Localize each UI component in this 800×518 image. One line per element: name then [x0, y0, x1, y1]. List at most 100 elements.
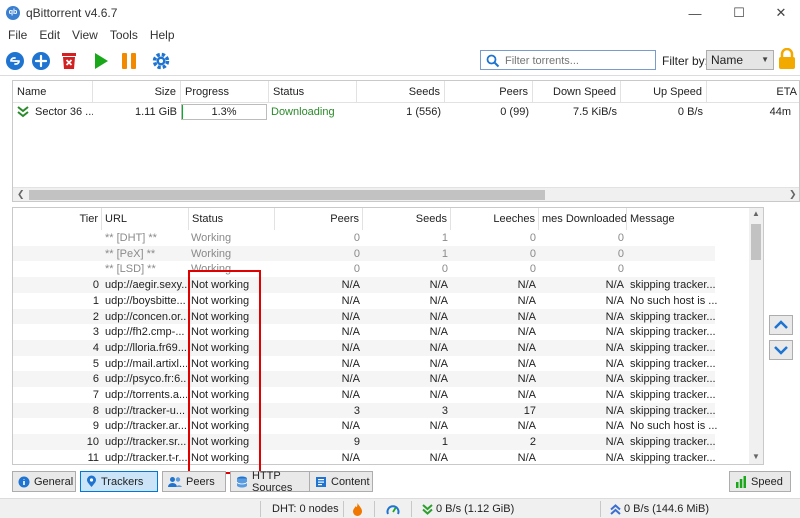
tracker-row[interactable]: 4 udp://lloria.fr69... Not working N/A N/A N/… [13, 339, 716, 356]
column-tier[interactable]: Tier [13, 208, 102, 230]
column-tracker-status[interactable]: Status [189, 208, 275, 230]
column-seeds[interactable]: Seeds [357, 81, 445, 103]
torrent-name: Sector 36 ... [35, 106, 93, 118]
menu-file[interactable]: File [6, 26, 33, 44]
move-tracker-down-button[interactable] [769, 340, 793, 360]
column-size[interactable]: Size [93, 81, 181, 103]
column-tracker-seeds[interactable]: Seeds [363, 208, 451, 230]
tracker-peers: 0 [353, 247, 360, 260]
tracker-tier: 5 [92, 357, 99, 370]
add-torrent-link-button[interactable] [4, 50, 26, 72]
add-torrent-file-button[interactable] [30, 50, 52, 72]
tracker-leeches: N/A [517, 357, 536, 370]
tracker-row[interactable]: ** [LSD] ** Working 0 0 0 0 [13, 261, 715, 277]
tracker-message [630, 230, 718, 246]
tracker-peers: N/A [341, 310, 360, 323]
tracker-seeds: N/A [429, 373, 448, 386]
filter-torrents-input[interactable] [505, 53, 653, 68]
tracker-seeds: N/A [429, 451, 448, 464]
torrent-list-header: Name Size Progress Status Seeds Peers Do… [13, 81, 799, 103]
tab-peers[interactable]: Peers [162, 471, 226, 492]
resume-button[interactable] [90, 50, 112, 72]
column-peers[interactable]: Peers [445, 81, 533, 103]
tracker-row[interactable]: 2 udp://concen.or... Not working N/A N/A N/A N… [13, 308, 716, 325]
tracker-seeds: 1 [441, 436, 448, 449]
column-progress[interactable]: Progress [181, 81, 269, 103]
torrent-list-hscrollbar[interactable]: ❮ ❯ [13, 187, 799, 201]
speed-button[interactable]: Speed [729, 471, 791, 492]
lock-icon[interactable] [778, 47, 796, 73]
column-leeches[interactable]: Leeches [451, 208, 539, 230]
tracker-message: No such host is ... [630, 294, 718, 307]
tracker-row[interactable]: ** [DHT] ** Working 0 1 0 0 [13, 230, 715, 246]
tab-trackers-label: Trackers [101, 475, 144, 488]
tracker-leeches: N/A [517, 294, 536, 307]
minimize-button[interactable]: — [674, 0, 716, 26]
column-down-speed[interactable]: Down Speed [533, 81, 621, 103]
scroll-thumb[interactable] [751, 224, 761, 260]
tracker-row[interactable]: 6 udp://psyco.fr:6... Not working N/A N/A N/A… [13, 371, 716, 387]
menu-help[interactable]: Help [148, 26, 181, 44]
tab-http-sources[interactable]: HTTP Sources [230, 470, 317, 494]
filter-torrents-field[interactable] [480, 50, 656, 70]
scroll-left-icon[interactable]: ❮ [17, 189, 25, 200]
tracker-row[interactable]: 1 udp://boysbitte... Not working N/A N/A N/A N… [13, 293, 718, 309]
tracker-row[interactable]: ** [PeX] ** Working 0 1 0 0 [13, 245, 715, 262]
connection-status-icon[interactable] [352, 503, 363, 516]
progress-fill [182, 105, 184, 119]
tracker-row[interactable]: 7 udp://torrents.a... Not working N/A N/A N/A… [13, 387, 716, 403]
filter-by-select[interactable]: Name ▼ [706, 50, 774, 70]
title-bar: qb qBittorrent v4.6.7 — ☐ ✕ [0, 0, 800, 26]
column-tracker-peers[interactable]: Peers [275, 208, 363, 230]
tab-trackers[interactable]: Trackers [80, 471, 158, 492]
column-message[interactable]: Message [627, 208, 749, 230]
upload-status[interactable]: 0 B/s (144.6 MiB) [610, 503, 709, 515]
column-eta[interactable]: ETA [707, 81, 799, 103]
tracker-message: skipping tracker... [630, 404, 716, 417]
tracker-row[interactable]: 5 udp://mail.artixl... Not working N/A N/A N/… [13, 356, 716, 372]
column-times-downloaded[interactable]: mes Downloaded [539, 208, 627, 230]
scroll-up-icon[interactable]: ▲ [752, 209, 760, 218]
tracker-status: Not working [191, 310, 250, 323]
tracker-row[interactable]: 11 udp://tracker.t-r... Not working N/A N/A N… [13, 450, 716, 464]
tracker-row[interactable]: 0 udp://aegir.sexy... Not working N/A N/A N/A… [13, 277, 716, 293]
tracker-row[interactable]: 8 udp://tracker-u... Not working 3 3 17 N/A ski… [13, 402, 716, 419]
scroll-right-icon[interactable]: ❯ [789, 189, 797, 200]
scroll-down-icon[interactable]: ▼ [752, 452, 760, 461]
tab-content[interactable]: Content [309, 471, 373, 492]
status-separator [343, 501, 344, 517]
column-up-speed[interactable]: Up Speed [621, 81, 707, 103]
tracker-leeches: N/A [517, 451, 536, 464]
tracker-downloaded: N/A [605, 404, 624, 417]
column-name[interactable]: Name [13, 81, 93, 103]
torrent-row[interactable]: Sector 36 ... 1.11 GiB 1.3% Downloading … [13, 103, 799, 121]
maximize-button[interactable]: ☐ [718, 0, 760, 26]
tracker-status: Not working [191, 404, 250, 417]
speed-limit-icon[interactable] [386, 503, 400, 516]
tracker-status: Working [191, 263, 232, 276]
status-separator [600, 501, 601, 517]
column-status[interactable]: Status [269, 81, 357, 103]
tracker-status: Not working [191, 341, 250, 354]
close-button[interactable]: ✕ [760, 0, 800, 26]
tracker-row[interactable]: 9 udp://tracker.ar... Not working N/A N/A N/A… [13, 418, 718, 434]
download-status[interactable]: 0 B/s (1.12 GiB) [422, 503, 514, 515]
tracker-leeches: 2 [529, 436, 536, 449]
tracker-peers: N/A [341, 326, 360, 339]
column-url[interactable]: URL [102, 208, 189, 230]
pause-button[interactable] [118, 50, 140, 72]
trackers-vscrollbar[interactable]: ▲ ▼ [749, 208, 763, 464]
delete-torrent-button[interactable] [58, 50, 80, 72]
tab-general[interactable]: General [12, 471, 76, 492]
tracker-message: skipping tracker... [630, 373, 716, 386]
menu-view[interactable]: View [70, 26, 104, 44]
tracker-row[interactable]: 3 udp://fh2.cmp-... Not working N/A N/A N/A N/… [13, 324, 716, 340]
move-tracker-up-button[interactable] [769, 315, 793, 335]
chevron-down-icon [774, 346, 788, 355]
menu-tools[interactable]: Tools [108, 26, 144, 44]
options-button[interactable] [150, 50, 172, 72]
scroll-thumb[interactable] [29, 190, 545, 200]
tracker-row[interactable]: 10 udp://tracker.sr... Not working 9 1 2 N/A sk… [13, 434, 716, 450]
menu-edit[interactable]: Edit [37, 26, 66, 44]
status-separator [411, 501, 412, 517]
